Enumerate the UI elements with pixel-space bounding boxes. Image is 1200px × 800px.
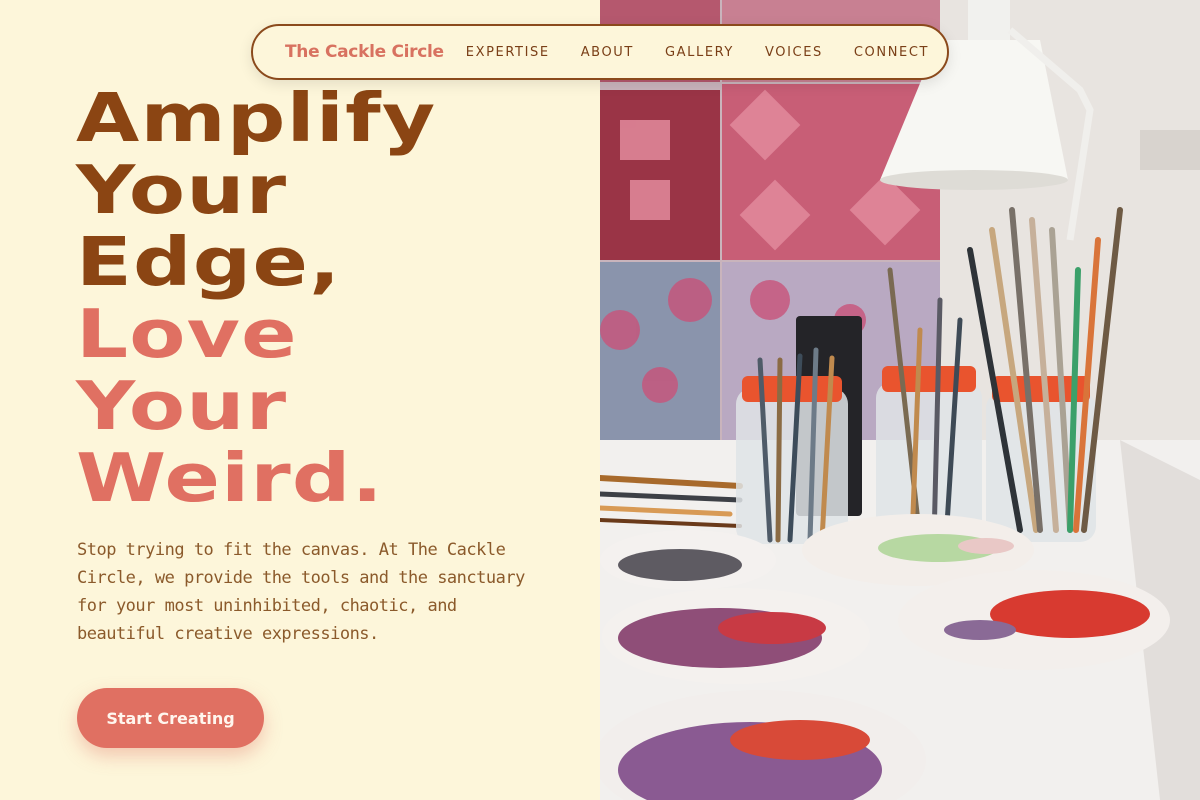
headline-line-love: Love — [76, 295, 298, 373]
start-creating-button[interactable]: Start Creating — [77, 688, 264, 748]
main-navbar: The Cackle Circle EXPERTISE ABOUT GALLER… — [251, 24, 949, 80]
studio-photo — [600, 0, 1200, 800]
nav-item-connect[interactable]: CONNECT — [854, 45, 929, 60]
nav-item-expertise[interactable]: EXPERTISE — [466, 45, 550, 60]
brand-logo-link[interactable]: The Cackle Circle — [285, 42, 444, 62]
headline-line-your: Your — [76, 151, 288, 229]
nav-menu: EXPERTISE ABOUT GALLERY VOICES CONNECT — [466, 45, 929, 60]
nav-item-about[interactable]: ABOUT — [581, 45, 634, 60]
hero-subtext: Stop trying to fit the canvas. At The Ca… — [77, 540, 525, 644]
nav-item-gallery[interactable]: GALLERY — [665, 45, 734, 60]
headline-line-amplify: Amplify — [76, 79, 437, 157]
nav-item-voices[interactable]: VOICES — [765, 45, 823, 60]
hero-headline: Amplify Your Edge, Love Your Weird. — [76, 82, 435, 514]
headline-line-edge: Edge, — [76, 223, 342, 301]
headline-line-weird: Weird. — [76, 439, 384, 517]
headline-line-your-2: Your — [76, 367, 288, 445]
